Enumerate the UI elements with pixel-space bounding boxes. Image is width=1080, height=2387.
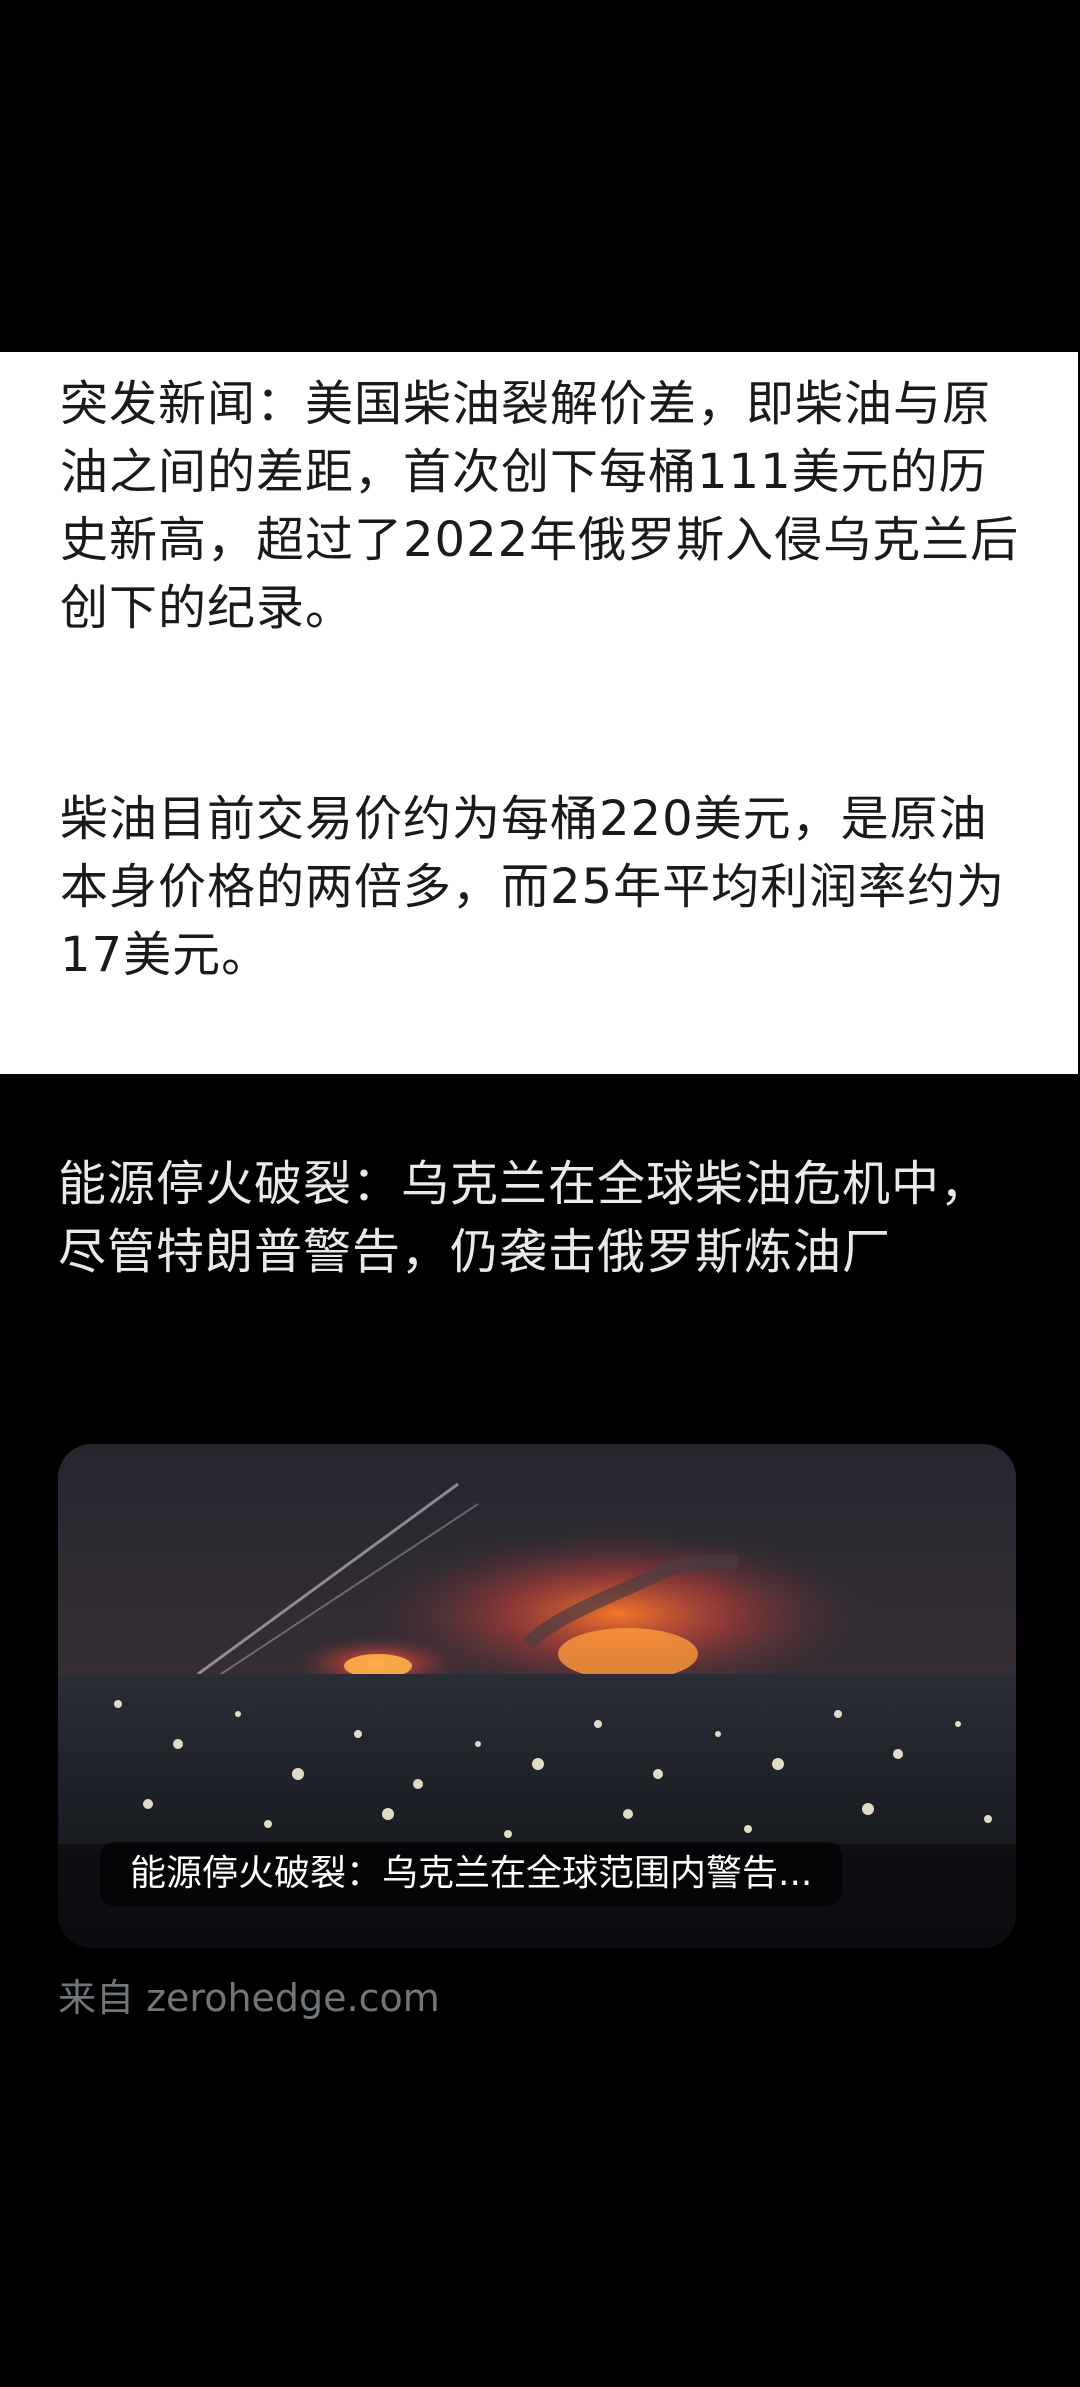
link-card-source[interactable]: 来自 zerohedge.com	[58, 1970, 440, 2026]
post-text-panel: 突发新闻：美国柴油裂解价差，即柴油与原油之间的差距，首次创下每桶111美元的历史…	[0, 352, 1078, 1074]
post-paragraph-breaking-news: 突发新闻：美国柴油裂解价差，即柴油与原油之间的差距，首次创下每桶111美元的历史…	[60, 376, 1020, 636]
post-paragraph-diesel-price: 柴油目前交易价约为每桶220美元，是原油本身价格的两倍多，而25年平均利润率约为…	[60, 791, 1006, 983]
top-black-bar	[0, 0, 1080, 352]
link-card-headline[interactable]: 能源停火破裂：乌克兰在全球柴油危机中，尽管特朗普警告，仍袭击俄罗斯炼油厂	[58, 1150, 1022, 1286]
link-card-image[interactable]: 能源停火破裂：乌克兰在全球范围内警告...	[58, 1444, 1016, 1948]
link-card-panel: 能源停火破裂：乌克兰在全球柴油危机中，尽管特朗普警告，仍袭击俄罗斯炼油厂 能源停…	[0, 1074, 1080, 2387]
link-card-image-caption: 能源停火破裂：乌克兰在全球范围内警告...	[100, 1842, 843, 1906]
